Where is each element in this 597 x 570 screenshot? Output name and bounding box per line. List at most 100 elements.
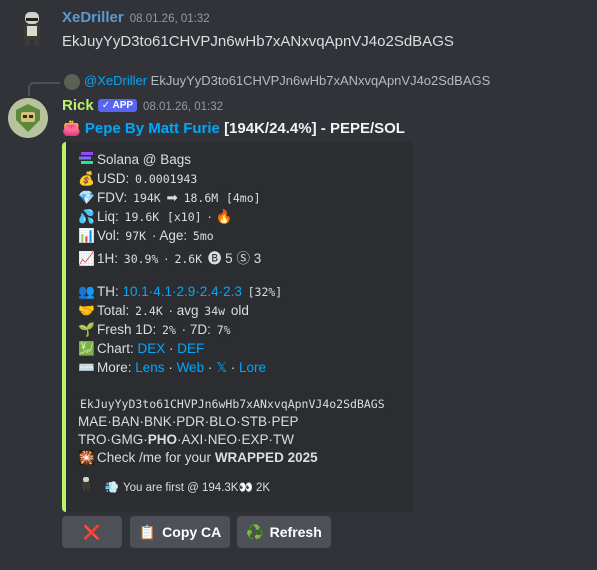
app-badge: ✓ APP: [97, 99, 138, 112]
lens-link[interactable]: Lens: [135, 360, 164, 375]
token-title: 👛 Pepe By Matt Furie [194K/24.4%] - PEPE…: [62, 119, 405, 137]
x-link[interactable]: 𝕏: [216, 360, 227, 375]
age-label: · Age:: [151, 228, 188, 243]
handshake-icon: 🤝: [78, 303, 95, 318]
th-values[interactable]: 10.1·4.1·2.9·2.4·2.3: [123, 284, 242, 299]
first-text: You are first @ 194.3K: [123, 482, 239, 494]
eyes-icon: 👀: [238, 482, 253, 494]
reply-connector: [28, 82, 60, 96]
token-stats: [194K/24.4%] - PEPE/SOL: [224, 120, 405, 137]
dash-icon: 💨: [104, 482, 120, 494]
h1-label: 1H:: [97, 251, 119, 266]
fresh-7d-label: · 7D:: [181, 322, 211, 337]
def-link[interactable]: DEF: [177, 341, 204, 356]
h1-buys: 5: [225, 251, 233, 266]
liq-line: 💦 Liq: 19.6K [x10] · 🔥: [78, 209, 232, 225]
fresh-label: Fresh 1D:: [97, 322, 157, 337]
copy-ca-label: Copy CA: [162, 524, 222, 540]
close-button[interactable]: ❌: [62, 516, 122, 548]
reply-avatar: [64, 73, 80, 90]
check-text: Check /me for your: [97, 450, 212, 465]
right-arrow-icon: ➡: [166, 190, 178, 205]
fdv-to: 18.6M: [181, 191, 221, 205]
chart-line: 💹 Chart: DEX · DEF: [78, 341, 205, 356]
clipboard-icon: 📋: [138, 523, 157, 540]
total-value: 2.4K: [133, 304, 165, 318]
reply-text: EkJuyYyD3to61CHVPJn6wHb7xANxvqApnVJ4o2Sd…: [150, 73, 491, 88]
bar-chart-icon: 📊: [78, 228, 95, 243]
tickers-a[interactable]: TRO·GMG·: [78, 432, 148, 447]
fresh-7d: 7%: [214, 323, 233, 337]
more-label: More:: [97, 360, 132, 375]
chart-yen-icon: 💹: [78, 341, 95, 356]
fdv-from: 194K: [131, 191, 163, 205]
total-line: 🤝 Total: 2.4K · avg 34w old: [78, 303, 249, 319]
wrapped-text: WRAPPED 2025: [214, 450, 318, 465]
th-total: [32%]: [245, 285, 285, 299]
liq-value: 19.6K: [122, 210, 162, 224]
tickers-line-2[interactable]: TRO·GMG·PHO·AXI·NEO·EXP·TW: [78, 432, 294, 447]
first-line: 💨 You are first @ 194.3K👀 2K: [78, 477, 270, 494]
fresh-1d: 2%: [160, 323, 178, 337]
chain-line: Solana @ Bags: [78, 152, 191, 167]
dex-link[interactable]: DEX: [138, 341, 166, 356]
hour-line: 📈 1H: 30.9% · 2.6K 🅑 5 Ⓢ 3: [78, 247, 261, 267]
message-timestamp: 08.01.26, 01:32: [143, 101, 223, 113]
diamond-icon: 💎: [78, 190, 95, 205]
purse-icon: 👛: [62, 120, 81, 137]
xedriller-avatar[interactable]: [12, 8, 52, 48]
copy-ca-button[interactable]: 📋 Copy CA: [130, 516, 230, 548]
sparkler-icon: 🎇: [78, 450, 95, 465]
usd-value: 0.0001943: [133, 172, 200, 186]
total-label: Total:: [97, 303, 130, 318]
ca-line: EkJuyYyD3to61CHVPJn6wHb7xANxvqApnVJ4o2Sd…: [78, 396, 387, 411]
top-holders-line: 👥 TH: 10.1·4.1·2.9·2.4·2.3 [32%]: [78, 284, 285, 300]
more-line: ⌨️ More: Lens · Web · 𝕏 · Lore: [78, 360, 266, 375]
money-bag-icon: 💰: [78, 171, 95, 186]
liq-multiplier: [x10]: [164, 210, 204, 224]
vol-label: Vol:: [97, 228, 120, 243]
rick-username[interactable]: Rick: [62, 97, 94, 114]
keyboard-icon: ⌨️: [78, 360, 95, 375]
avg-label: · avg: [168, 303, 199, 318]
liq-separator: ·: [207, 209, 212, 224]
h1-value: 30.9%: [121, 252, 161, 266]
tickers-line-1[interactable]: MAE·BAN·BNK·PDR·BLO·STB·PEP: [78, 414, 299, 429]
buy-icon: 🅑: [207, 251, 222, 266]
xedriller-username[interactable]: XeDriller: [62, 9, 124, 26]
reply-reference[interactable]: @XeDriller EkJuyYyD3to61CHVPJn6wHb7xANxv…: [64, 73, 490, 90]
tickers-bold[interactable]: PHO: [148, 432, 177, 447]
recycle-icon: ♻️: [246, 523, 264, 540]
chart-increasing-icon: 📈: [78, 251, 95, 266]
message-xedriller: XeDriller 08.01.26, 01:32 EkJuyYyD3to61CH…: [0, 0, 597, 60]
lore-link[interactable]: Lore: [239, 360, 266, 375]
message-text: EkJuyYyD3to61CHVPJn6wHb7xANxvqApnVJ4o2Sd…: [62, 33, 454, 50]
chart-label: Chart:: [97, 341, 134, 356]
tickers-c[interactable]: ·AXI·NEO·EXP·TW: [177, 432, 294, 447]
h1-sells: 3: [253, 251, 262, 266]
token-name-link[interactable]: Pepe By Matt Furie: [85, 120, 220, 137]
first-count: 2K: [256, 482, 271, 494]
contract-address[interactable]: EkJuyYyD3to61CHVPJn6wHb7xANxvqApnVJ4o2Sd…: [78, 397, 387, 411]
web-link[interactable]: Web: [177, 360, 205, 375]
refresh-label: Refresh: [269, 524, 322, 540]
vol-line: 📊 Vol: 97K · Age: 5mo: [78, 228, 216, 244]
liq-label: Liq:: [97, 209, 119, 224]
refresh-button[interactable]: ♻️ Refresh: [237, 516, 331, 548]
usd-line: 💰 USD: 0.0001943: [78, 171, 200, 187]
usd-label: USD:: [97, 171, 130, 186]
fire-icon: 🔥: [215, 209, 233, 224]
mini-avatar-icon: [78, 477, 94, 494]
sell-icon: Ⓢ: [236, 251, 250, 266]
solana-icon: [78, 152, 94, 167]
avg-value: 34w: [202, 304, 228, 318]
h1-trades: 2.6K: [172, 252, 205, 266]
reply-mention[interactable]: @XeDriller: [84, 73, 147, 88]
avg-suffix: old: [230, 303, 249, 318]
chain-text: Solana @ Bags: [97, 152, 192, 167]
fdv-label: FDV:: [97, 190, 128, 205]
vol-value: 97K: [123, 229, 149, 243]
check-line: 🎇 Check /me for your WRAPPED 2025: [78, 450, 318, 466]
h1-separator: ·: [164, 251, 169, 266]
rick-avatar[interactable]: [8, 98, 48, 138]
